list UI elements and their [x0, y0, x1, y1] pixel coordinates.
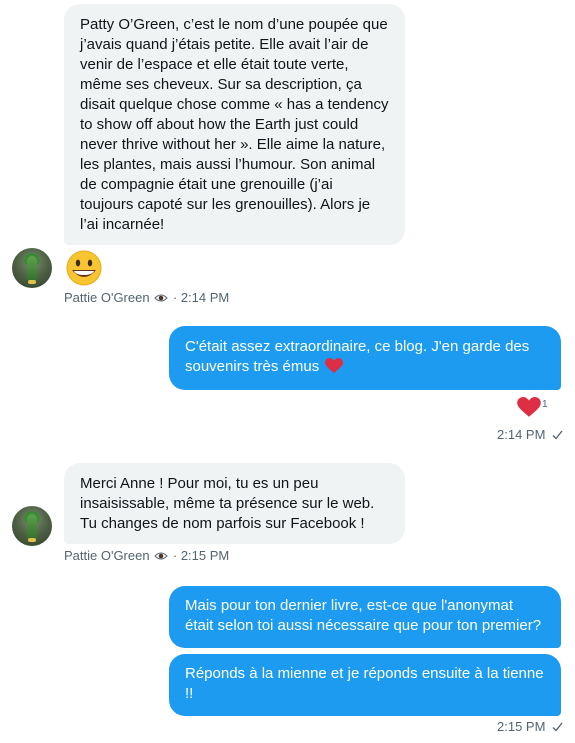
sent-check-icon — [552, 428, 563, 444]
avatar-shoe — [28, 280, 36, 284]
avatar[interactable] — [12, 506, 52, 546]
avatar-figure — [27, 514, 37, 540]
eye-icon — [154, 549, 168, 565]
grinning-face-emoji[interactable] — [64, 250, 104, 291]
avatar[interactable] — [12, 248, 52, 288]
timestamp: 2:15 PM — [180, 548, 230, 563]
avatar-shoe — [28, 538, 36, 542]
avatar-figure — [27, 256, 37, 282]
message-bubble-outgoing[interactable]: C'était assez extraordinaire, ce blog. J… — [169, 326, 561, 390]
reaction-count: 1 — [542, 399, 548, 410]
message-bubble-outgoing[interactable]: Mais pour ton dernier livre, est-ce que … — [169, 586, 561, 648]
message-bubble-outgoing[interactable]: Réponds à la mienne et je réponds ensuit… — [169, 654, 561, 716]
timestamp: 2:14 PM — [180, 290, 230, 305]
sent-check-icon — [552, 720, 563, 736]
message-meta: 2:14 PM — [497, 427, 563, 444]
timestamp: 2:15 PM — [497, 719, 546, 734]
message-bubble-incoming[interactable]: Merci Anne ! Pour moi, tu es un peu insa… — [64, 463, 405, 544]
message-bubble-incoming[interactable]: Patty O’Green, c’est le nom d’une poupée… — [64, 4, 405, 245]
message-text: Merci Anne ! Pour moi, tu es un peu insa… — [80, 475, 375, 532]
message-text: C'était assez extraordinaire, ce blog. J… — [185, 338, 530, 375]
timestamp: 2:14 PM — [497, 427, 546, 442]
red-heart-icon — [325, 358, 344, 380]
message-text: Réponds à la mienne et je réponds ensuit… — [185, 665, 544, 702]
sender-name[interactable]: Pattie O'Green — [64, 548, 150, 563]
message-meta: Pattie O'Green · 2:14 PM — [64, 290, 229, 307]
separator: · — [172, 290, 178, 305]
separator: · — [172, 548, 178, 563]
message-meta: 2:15 PM — [497, 719, 563, 736]
sender-name[interactable]: Pattie O'Green — [64, 290, 150, 305]
message-text: Mais pour ton dernier livre, est-ce que … — [185, 597, 542, 634]
eye-icon — [154, 291, 168, 307]
red-heart-icon — [517, 397, 541, 423]
message-meta: Pattie O'Green · 2:15 PM — [64, 548, 229, 565]
message-text: Patty O’Green, c’est le nom d’une poupée… — [80, 16, 389, 233]
reaction[interactable]: 1 — [517, 397, 548, 423]
